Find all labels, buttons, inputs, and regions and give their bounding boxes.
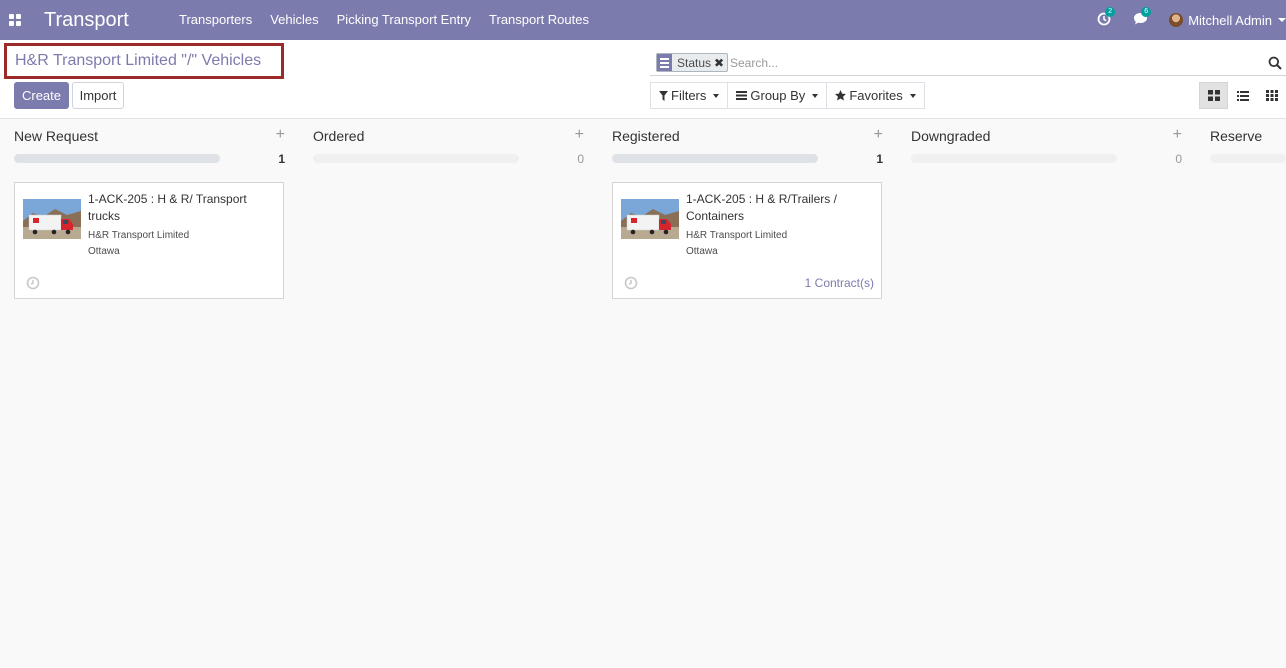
kanban-board: New Request + 1 1-ACK-205 : H & R/ Trans… — [0, 120, 1286, 668]
column-count: 0 — [577, 152, 584, 166]
status-facet: Status ✖ — [656, 53, 729, 72]
page-title: H&R Transport Limited "/" Vehicles — [15, 52, 262, 69]
column-title[interactable]: Downgraded — [911, 128, 990, 144]
vehicle-card[interactable]: 1-ACK-205 : H & R/ Transport trucks H&R … — [14, 182, 284, 299]
chevron-down-icon — [1278, 18, 1286, 22]
list-icon — [1236, 90, 1249, 101]
card-title[interactable]: 1-ACK-205 : H & R/Trailers / Containers — [686, 191, 876, 225]
column-progressbar[interactable] — [313, 154, 519, 163]
systray: 2 6 Mitchell Admin — [1097, 0, 1286, 40]
menu-item-vehicles[interactable]: Vehicles — [261, 0, 327, 40]
search-icon[interactable] — [1268, 56, 1282, 70]
chevron-down-icon — [713, 93, 720, 98]
kanban-column-new-request: New Request + 1 1-ACK-205 : H & R/ Trans… — [14, 120, 285, 668]
contracts-link[interactable]: 1 Contract(s) — [805, 276, 874, 290]
top-navbar: Transport Transporters Vehicles Picking … — [0, 0, 1286, 40]
menu-item-transport-routes[interactable]: Transport Routes — [480, 0, 598, 40]
apps-menu-icon[interactable] — [9, 14, 21, 26]
activity-clock-icon[interactable] — [26, 276, 40, 290]
kanban-view-button[interactable] — [1199, 82, 1228, 109]
column-progressbar[interactable] — [1210, 154, 1286, 163]
breadcrumb: H&R Transport Limited "/" Vehicles — [4, 43, 284, 79]
group-by-dropdown[interactable]: Group By — [728, 82, 828, 109]
user-name: Mitchell Admin — [1188, 12, 1272, 28]
quick-create-icon[interactable]: + — [874, 126, 883, 144]
star-icon — [835, 90, 847, 101]
filters-dropdown[interactable]: Filters — [650, 82, 729, 109]
column-progressbar[interactable] — [14, 154, 220, 163]
remove-facet-icon[interactable]: ✖ — [714, 56, 727, 70]
user-menu[interactable]: Mitchell Admin — [1169, 13, 1286, 28]
quick-create-icon[interactable]: + — [1173, 126, 1182, 144]
chevron-down-icon — [909, 93, 916, 98]
app-title[interactable]: Transport — [44, 9, 129, 32]
quick-create-icon[interactable]: + — [575, 126, 584, 144]
kanban-column-registered: Registered + 1 1-ACK-205 : H & R/Trailer… — [612, 120, 883, 668]
kanban-icon — [1207, 90, 1220, 101]
vehicle-card[interactable]: 1-ACK-205 : H & R/Trailers / Containers … — [612, 182, 882, 299]
activity-badge: 2 — [1105, 7, 1116, 17]
column-title[interactable]: New Request — [14, 128, 98, 144]
main-menu: Transporters Vehicles Picking Transport … — [170, 0, 598, 40]
kanban-column-downgraded: Downgraded + 0 — [911, 120, 1182, 668]
column-progressbar[interactable] — [612, 154, 818, 163]
column-title[interactable]: Reserve — [1210, 128, 1262, 144]
truck-image — [23, 199, 81, 239]
card-city: Ottawa — [686, 246, 718, 257]
filter-icon — [659, 90, 668, 101]
column-title[interactable]: Registered — [612, 128, 680, 144]
card-city: Ottawa — [88, 246, 120, 257]
avatar — [1169, 13, 1184, 27]
column-title[interactable]: Ordered — [313, 128, 364, 144]
kanban-column-reserve: Reserve — [1210, 120, 1286, 668]
grid-icon — [1265, 90, 1278, 101]
favorites-label: Favorites — [849, 88, 903, 103]
menu-item-transporters[interactable]: Transporters — [170, 0, 261, 40]
favorites-dropdown[interactable]: Favorites — [827, 82, 925, 109]
grid-view-button[interactable] — [1257, 82, 1286, 109]
create-button[interactable]: Create — [14, 82, 69, 109]
column-count: 1 — [876, 152, 883, 166]
chevron-down-icon — [812, 93, 819, 98]
column-count: 0 — [1175, 152, 1182, 166]
activity-clock-icon[interactable] — [624, 276, 638, 290]
filters-label: Filters — [671, 88, 707, 103]
search-input[interactable] — [730, 53, 1250, 73]
activity-icon[interactable]: 2 — [1097, 7, 1116, 28]
menu-item-picking-transport-entry[interactable]: Picking Transport Entry — [328, 0, 480, 40]
column-progressbar[interactable] — [911, 154, 1117, 163]
group-by-label: Group By — [750, 88, 806, 103]
view-switcher — [1199, 82, 1286, 109]
search-options: Filters Group By Favorites — [650, 82, 925, 109]
list-view-button[interactable] — [1228, 82, 1257, 109]
quick-create-icon[interactable]: + — [276, 126, 285, 144]
control-panel: H&R Transport Limited "/" Vehicles Creat… — [0, 40, 1286, 119]
filter-list-icon — [657, 54, 672, 71]
card-company: H&R Transport Limited — [88, 230, 190, 241]
facet-label: Status — [677, 55, 712, 70]
card-title[interactable]: 1-ACK-205 : H & R/ Transport trucks — [88, 191, 278, 225]
card-company: H&R Transport Limited — [686, 230, 788, 241]
messages-badge: 6 — [1141, 7, 1152, 17]
truck-image — [621, 199, 679, 239]
search-bar: Status ✖ — [650, 51, 1286, 76]
column-count: 1 — [278, 152, 285, 166]
messages-icon[interactable]: 6 — [1133, 7, 1152, 28]
bars-icon — [736, 91, 748, 100]
import-button[interactable]: Import — [72, 82, 124, 109]
kanban-column-ordered: Ordered + 0 — [313, 120, 584, 668]
